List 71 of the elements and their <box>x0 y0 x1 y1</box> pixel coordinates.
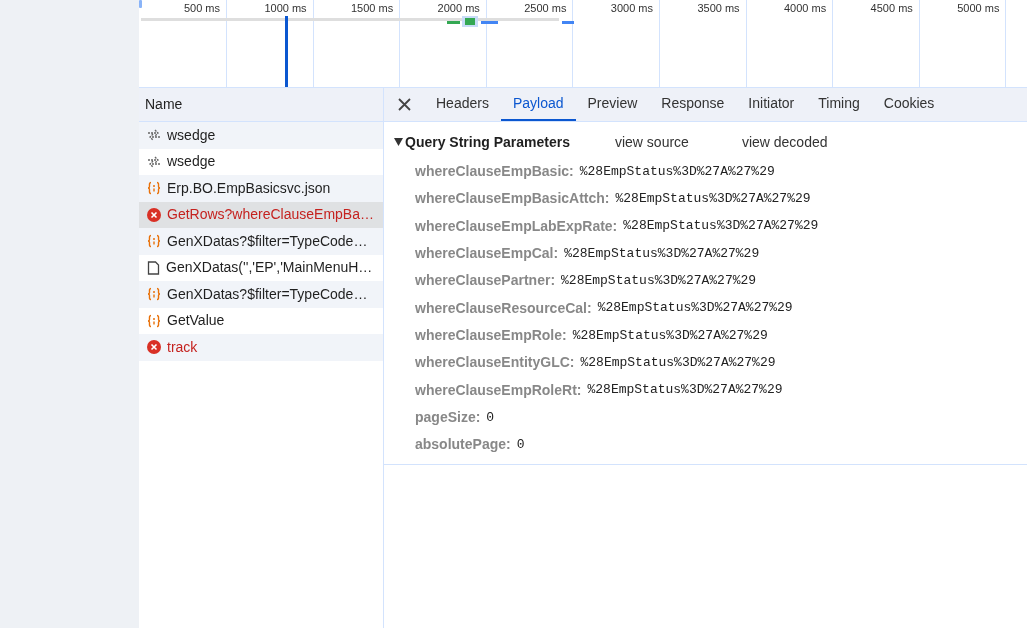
param-value: %28EmpStatus%3D%27A%27%29 <box>561 272 757 291</box>
error-icon <box>147 340 161 355</box>
tick-label: 2500 ms <box>524 1 567 16</box>
braces-icon <box>147 234 161 249</box>
tick-label: 500 ms <box>183 1 220 16</box>
tab[interactable]: Timing <box>806 88 872 121</box>
param-name: whereClausePartner: <box>415 271 556 291</box>
param-value: %28EmpStatus%3D%27A%27%29 <box>597 299 793 318</box>
request-name: GenXDatas?$filter=TypeCode… <box>167 284 368 304</box>
param-value: %28EmpStatus%3D%27A%27%29 <box>572 326 768 345</box>
param-value: %28EmpStatus%3D%27A%27%29 <box>564 244 760 263</box>
tick-label: 3000 ms <box>610 1 653 16</box>
param-value: %28EmpStatus%3D%27A%27%29 <box>580 353 776 372</box>
view-toggle-link[interactable]: view source <box>614 131 689 153</box>
request-name: track <box>167 337 198 357</box>
request-name: Erp.BO.EmpBasicsvc.json <box>167 178 331 198</box>
request-name: wsedge <box>167 125 216 145</box>
tick-label: 3500 ms <box>697 1 740 16</box>
tab[interactable]: Initiator <box>736 88 807 121</box>
tab[interactable]: Headers <box>424 88 501 121</box>
tick-label: 1500 ms <box>351 1 394 16</box>
param-name: pageSize: <box>415 407 481 427</box>
request-name: GenXDatas('','EP','MainMenuH… <box>166 258 373 278</box>
param-value: 0 <box>516 435 525 454</box>
param-name: whereClauseEmpBasicAttch: <box>415 189 610 209</box>
param-name: whereClauseEmpLabExpRate: <box>415 216 618 236</box>
tab[interactable]: Response <box>649 88 737 121</box>
param-name: whereClauseEntityGLC: <box>415 353 575 373</box>
param-value: %28EmpStatus%3D%27A%27%29 <box>587 381 783 400</box>
tick-label: 4500 ms <box>870 1 913 16</box>
param-name: whereClauseEmpRole: <box>415 325 567 345</box>
time-marker[interactable] <box>285 16 288 87</box>
request-name: GetValue <box>167 311 225 331</box>
tick-label: 2000 ms <box>437 1 480 16</box>
document-icon <box>147 260 160 275</box>
request-row[interactable]: wsedge <box>139 122 383 149</box>
request-row[interactable]: wsedge <box>139 148 383 175</box>
tick-label: 4000 ms <box>784 1 827 16</box>
range-handle[interactable] <box>139 0 142 8</box>
param-name: absolutePage: <box>415 435 511 455</box>
error-icon <box>147 207 161 222</box>
request-row[interactable]: GetRows?whereClauseEmpBa… <box>139 201 383 228</box>
request-row[interactable]: track <box>139 334 383 361</box>
param-value: %28EmpStatus%3D%27A%27%29 <box>615 190 811 209</box>
tab[interactable]: Payload <box>500 88 576 121</box>
braces-icon <box>147 181 161 196</box>
param-value: 0 <box>486 408 495 427</box>
braces-icon <box>147 287 161 302</box>
request-name: GenXDatas?$filter=TypeCode… <box>167 231 368 251</box>
request-row[interactable]: GenXDatas?$filter=TypeCode… <box>139 228 383 255</box>
braces-icon <box>147 313 161 328</box>
request-row[interactable]: Erp.BO.EmpBasicsvc.json <box>139 175 383 202</box>
param-value: %28EmpStatus%3D%27A%27%29 <box>579 162 775 181</box>
param-value: %28EmpStatus%3D%27A%27%29 <box>623 217 819 236</box>
view-toggle-link[interactable]: view decoded <box>741 131 828 153</box>
tick-label: 1000 ms <box>264 1 307 16</box>
request-row[interactable]: GetValue <box>139 307 383 334</box>
column-header[interactable]: Name <box>145 94 183 115</box>
request-row[interactable]: GenXDatas?$filter=TypeCode… <box>139 281 383 308</box>
tab[interactable]: Cookies <box>871 88 947 121</box>
expanded-triangle-icon <box>394 138 403 146</box>
request-name: GetRows?whereClauseEmpBa… <box>167 205 374 225</box>
param-name: whereClauseResourceCal: <box>415 298 592 318</box>
tab[interactable]: Preview <box>575 88 650 121</box>
param-name: whereClauseEmpRoleRt: <box>415 380 582 400</box>
param-name: whereClauseEmpBasic: <box>415 162 574 182</box>
request-name: wsedge <box>167 152 216 172</box>
param-name: whereClauseEmpCal: <box>415 244 559 264</box>
tick-label: 5000 ms <box>957 1 1000 16</box>
close-icon <box>397 98 411 111</box>
request-row[interactable]: GenXDatas('','EP','MainMenuH… <box>139 254 383 281</box>
